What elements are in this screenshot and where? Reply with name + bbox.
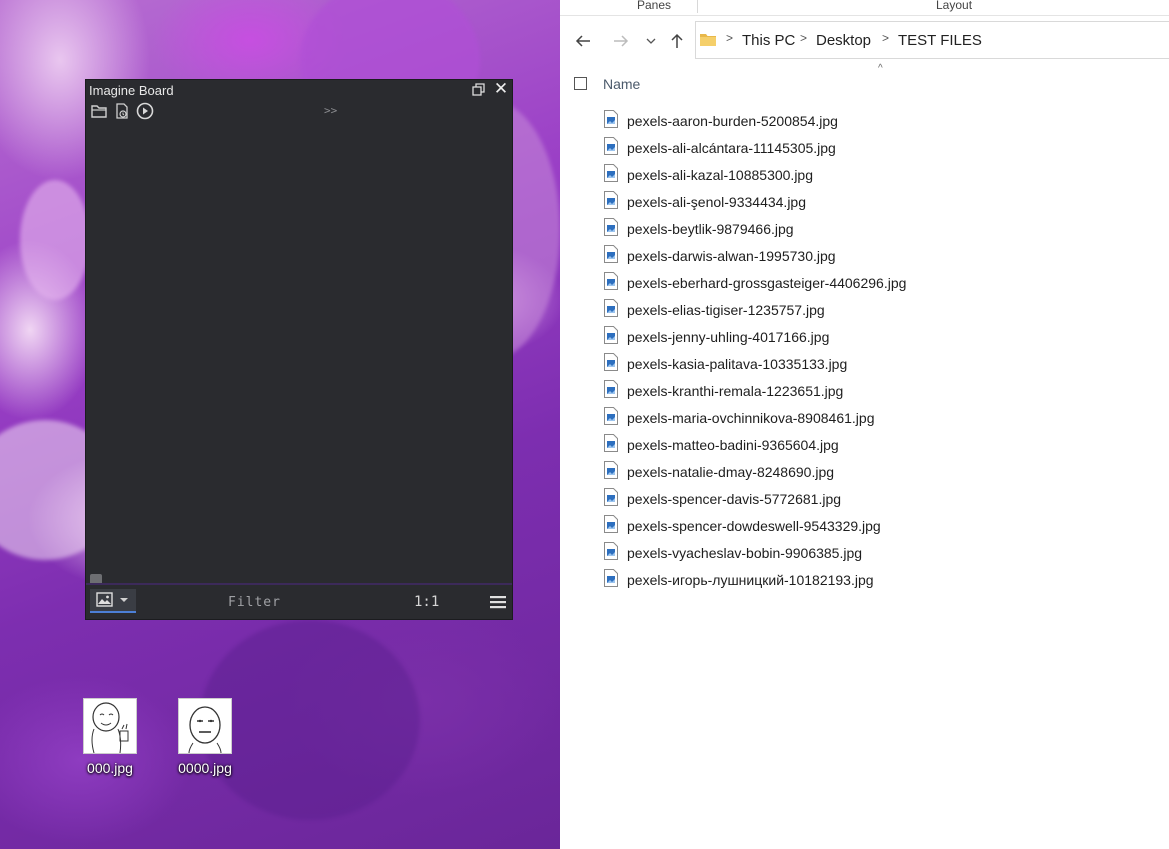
image-thumbnail <box>84 699 136 754</box>
file-name: pexels-vyacheslav-bobin-9906385.jpg <box>627 545 863 561</box>
ribbon-group-panes: Panes <box>637 0 672 12</box>
column-header-name[interactable]: Name <box>603 76 640 92</box>
forward-arrow-icon[interactable] <box>612 32 630 50</box>
file-name: pexels-maria-ovchinnikova-8908461.jpg <box>627 410 875 426</box>
file-name: pexels-spencer-dowdeswell-9543329.jpg <box>627 518 881 534</box>
breadcrumb-test-files[interactable]: TEST FILES <box>898 32 982 49</box>
file-name: pexels-ali-kazal-10885300.jpg <box>627 167 814 183</box>
image-file-icon <box>604 326 618 344</box>
file-name: pexels-spencer-davis-5772681.jpg <box>627 491 842 507</box>
imagine-board-titlebar[interactable]: Imagine Board ✕ <box>86 80 512 101</box>
wallpaper-shape <box>20 180 90 300</box>
expand-toolbar-button[interactable]: >> <box>324 104 337 117</box>
image-file-icon <box>604 569 618 587</box>
image-file-icon <box>604 434 618 452</box>
breadcrumb-desktop[interactable]: Desktop <box>816 32 871 49</box>
recent-locations-chevron-icon[interactable] <box>645 32 657 50</box>
image-file-icon <box>604 542 618 560</box>
desktop-icon-label: 0000.jpg <box>178 760 232 776</box>
file-explorer-window: Panes Layout > This PC > Desktop > TEST … <box>560 0 1169 849</box>
image-file-icon <box>604 218 618 236</box>
file-name: pexels-aaron-burden-5200854.jpg <box>627 113 838 129</box>
image-icon <box>96 592 128 607</box>
breadcrumb-separator-icon[interactable]: > <box>882 31 889 45</box>
image-file-icon <box>604 461 618 479</box>
ribbon-group-labels: Panes Layout <box>560 0 1169 14</box>
file-name: pexels-jenny-uhling-4017166.jpg <box>627 329 830 345</box>
play-slideshow-icon[interactable] <box>136 102 154 120</box>
file-name: pexels-kranthi-remala-1223651.jpg <box>627 383 844 399</box>
file-name: pexels-игорь-лушницкий-10182193.jpg <box>627 572 874 588</box>
hamburger-menu-icon[interactable] <box>490 595 506 609</box>
file-name: pexels-beytlik-9879466.jpg <box>627 221 794 237</box>
desktop-icon-file[interactable]: 000.jpg <box>70 699 150 776</box>
ribbon-group-layout: Layout <box>936 0 973 12</box>
breadcrumb-this-pc[interactable]: This PC <box>742 32 795 49</box>
file-name: pexels-elias-tigiser-1235757.jpg <box>627 302 825 318</box>
filter-input[interactable]: Filter <box>228 595 281 610</box>
restore-icon[interactable] <box>471 82 487 98</box>
sort-ascending-icon: ^ <box>878 63 883 74</box>
column-header-row: Name ^ <box>560 63 1169 102</box>
image-file-icon <box>604 380 618 398</box>
image-file-icon <box>604 137 618 155</box>
file-name: pexels-natalie-dmay-8248690.jpg <box>627 464 835 480</box>
open-folder-icon[interactable] <box>90 102 108 120</box>
image-file-icon <box>604 245 618 263</box>
image-file-icon <box>604 488 618 506</box>
image-file-icon <box>604 110 618 128</box>
imagine-board-window[interactable]: Imagine Board ✕ >> Filter 1:1 <box>86 80 512 619</box>
imagine-board-bottom-bar: Filter 1:1 <box>86 585 512 619</box>
image-file-icon <box>604 164 618 182</box>
breadcrumb-separator-icon[interactable]: > <box>800 31 807 45</box>
image-file-icon <box>604 191 618 209</box>
image-file-icon <box>604 272 618 290</box>
back-arrow-icon[interactable] <box>574 32 592 50</box>
breadcrumb-separator-icon[interactable]: > <box>726 31 733 45</box>
address-bar[interactable]: > This PC > Desktop > TEST FILES <box>695 21 1169 59</box>
zoom-level[interactable]: 1:1 <box>414 594 439 610</box>
window-title: Imagine Board <box>89 83 174 98</box>
image-file-icon <box>604 299 618 317</box>
desktop-icon-file[interactable]: 0000.jpg <box>165 699 245 776</box>
file-name: pexels-kasia-palitava-10335133.jpg <box>627 356 848 372</box>
file-name: pexels-darwis-alwan-1995730.jpg <box>627 248 836 264</box>
close-icon[interactable]: ✕ <box>493 80 509 98</box>
file-name: pexels-matteo-badini-9365604.jpg <box>627 437 839 453</box>
select-all-checkbox[interactable] <box>574 77 587 90</box>
desktop-icon-label: 000.jpg <box>87 760 133 776</box>
up-arrow-icon[interactable] <box>668 32 686 50</box>
open-file-icon[interactable] <box>113 102 131 120</box>
file-name: pexels-ali-şenol-9334434.jpg <box>627 194 807 210</box>
ribbon-divider <box>697 0 698 13</box>
image-file-icon <box>604 353 618 371</box>
file-name: pexels-ali-alcántara-11145305.jpg <box>627 140 836 156</box>
navigation-bar: > This PC > Desktop > TEST FILES <box>560 16 1169 64</box>
image-file-icon <box>604 407 618 425</box>
image-file-icon <box>604 515 618 533</box>
folder-icon <box>700 33 716 46</box>
image-mode-dropdown[interactable] <box>90 589 136 613</box>
file-name: pexels-eberhard-grossgasteiger-4406296.j… <box>627 275 907 291</box>
image-thumbnail <box>179 699 231 754</box>
